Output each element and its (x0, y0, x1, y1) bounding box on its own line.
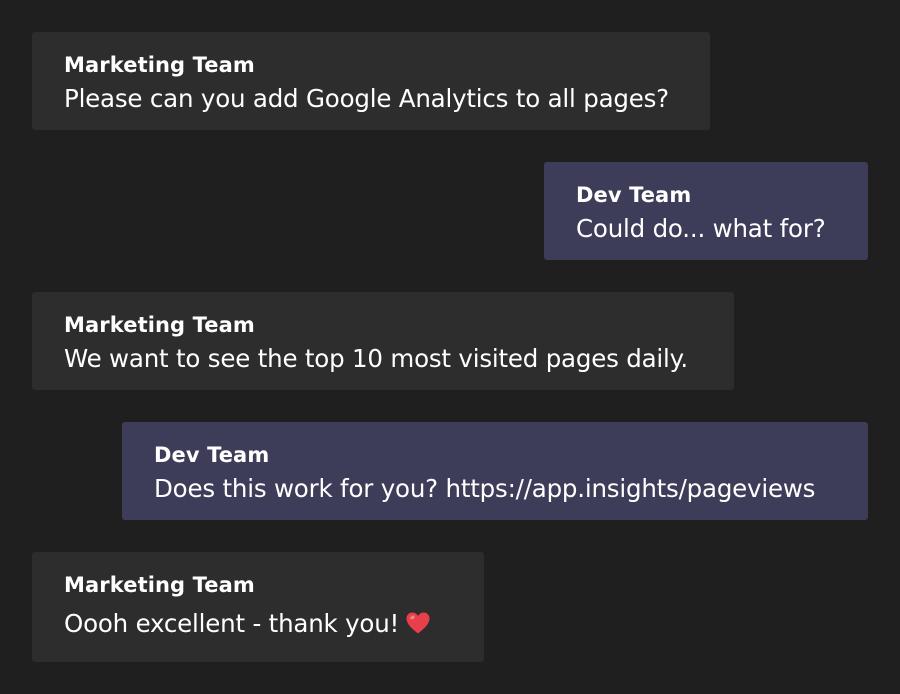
message-text: Does this work for you? https://app.insi… (154, 474, 816, 503)
message-bubble-outgoing[interactable]: Dev Team Does this work for you? https:/… (122, 422, 868, 520)
message-bubble-outgoing[interactable]: Dev Team Could do... what for? (544, 162, 868, 260)
message-text: Please can you add Google Analytics to a… (64, 84, 669, 113)
message-text: Could do... what for? (576, 214, 826, 243)
message-text: We want to see the top 10 most visited p… (64, 344, 689, 373)
message-text: Oooh excellent - thank you! (64, 609, 400, 638)
message-bubble-incoming[interactable]: Marketing Team We want to see the top 10… (32, 292, 734, 390)
message-sender: Dev Team (154, 443, 270, 467)
message-sender: Marketing Team (64, 573, 255, 597)
message-sender: Marketing Team (64, 313, 255, 337)
message-sender: Marketing Team (64, 53, 255, 77)
chat-thread: Marketing Team Please can you add Google… (0, 0, 900, 694)
message-bubble-incoming[interactable]: Marketing Team Oooh excellent - thank yo… (32, 552, 484, 662)
heart-emoji-icon (406, 612, 430, 634)
message-sender: Dev Team (576, 183, 692, 207)
message-text-row: Oooh excellent - thank you! (64, 609, 452, 639)
message-bubble-incoming[interactable]: Marketing Team Please can you add Google… (32, 32, 710, 130)
